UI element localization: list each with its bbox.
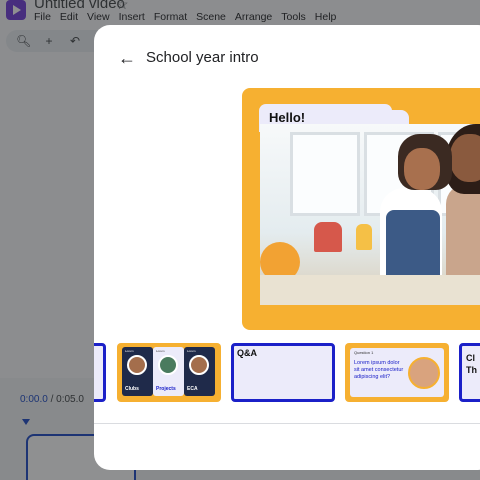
divider <box>94 423 480 424</box>
thumb-card: Lorem ECA <box>184 347 215 396</box>
preview-photo <box>260 124 480 305</box>
thumb-card-kicker: Lorem <box>125 349 134 353</box>
thumb-question-kicker: Question 1 <box>354 350 374 355</box>
scene-thumbnail-qa[interactable]: Q&A <box>231 343 335 402</box>
thumb-partial-label: Cl Th <box>466 353 477 375</box>
scene-thumbnail-question[interactable]: Question 1 Lorem ipsum dolor sit amet co… <box>345 343 449 402</box>
template-preview-dialog: ← School year intro Hello! Lorem Clubs L… <box>94 25 480 470</box>
thumb-question-body: Lorem ipsum dolor sit amet consectetur a… <box>354 360 404 380</box>
arrow-left-icon[interactable]: ← <box>116 47 138 69</box>
template-preview: Hello! <box>242 88 480 330</box>
scene-thumbnail-clubs[interactable]: Lorem Clubs Lorem Projects Lorem ECA <box>117 343 221 402</box>
thumb-card-kicker: Lorem <box>187 349 196 353</box>
preview-heading: Hello! <box>269 110 306 125</box>
scene-thumbnail[interactable]: Cl Th <box>459 343 480 402</box>
dialog-title: School year intro <box>146 49 259 66</box>
thumb-card-kicker: Lorem <box>156 349 165 353</box>
thumb-card: Lorem Clubs <box>122 347 153 396</box>
thumb-card-label: ECA <box>187 386 198 392</box>
thumb-card: Lorem Projects <box>153 347 184 396</box>
thumb-card-label: Clubs <box>125 386 139 392</box>
thumb-portrait <box>408 357 440 389</box>
scene-thumbnail[interactable] <box>94 343 106 402</box>
thumb-card-label: Projects <box>156 386 176 392</box>
thumb-qa-label: Q&A <box>237 348 257 358</box>
